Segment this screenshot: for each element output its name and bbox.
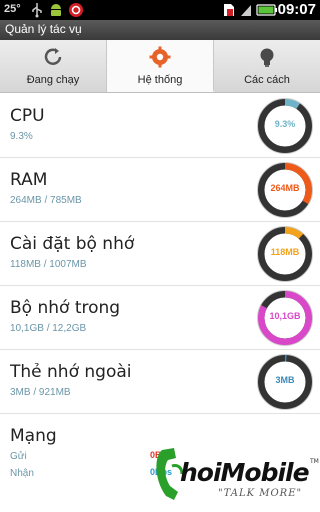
beats-audio-icon: [69, 3, 83, 17]
cpu-gauge: 9.3%: [256, 97, 314, 155]
gear-icon: [149, 46, 171, 68]
lightbulb-icon: [260, 48, 274, 67]
gauge-value: 3MB: [275, 375, 295, 385]
sd-card-row[interactable]: Thẻ nhớ ngoài 3MB / 921MB 3MB: [0, 350, 320, 414]
row-subtitle: 3MB / 921MB: [10, 387, 71, 398]
gauge-value: 264MB: [270, 183, 300, 193]
tab-running[interactable]: Đang chạy: [0, 40, 107, 92]
row-subtitle: 118MB / 1007MB: [10, 259, 87, 270]
ram-gauge: 264MB: [256, 161, 314, 219]
status-bar: 25° 09:07: [0, 0, 320, 20]
tab-system[interactable]: Hệ thống: [107, 40, 214, 92]
app-title-bar: Quản lý tác vụ: [0, 20, 320, 40]
clock-text: 09:07: [277, 1, 316, 18]
gauge-value: 10,1GB: [269, 311, 301, 321]
row-subtitle: 264MB / 785MB: [10, 195, 82, 206]
android-debug-icon: [51, 4, 61, 16]
ram-row[interactable]: RAM 264MB / 785MB 264MB: [0, 158, 320, 222]
row-title: Bộ nhớ trong: [10, 298, 121, 318]
app-title: Quản lý tác vụ: [5, 22, 82, 36]
signal-icon: [241, 5, 251, 16]
sent-label: Gửi: [10, 451, 27, 462]
row-title: CPU: [10, 106, 45, 126]
row-title: RAM: [10, 170, 48, 190]
row-title: Thẻ nhớ ngoài: [10, 362, 132, 382]
tab-tips[interactable]: Các cách: [214, 40, 320, 92]
watermark-trademark: TM: [310, 458, 319, 465]
watermark-tagline: "TALK MORE": [218, 488, 303, 499]
internal-storage-row[interactable]: Bộ nhớ trong 10,1GB / 12,2GB 10,1GB: [0, 286, 320, 350]
cpu-row[interactable]: CPU 9.3% 9.3%: [0, 94, 320, 158]
gauge-value: 9.3%: [274, 119, 296, 129]
watermark-brand: hoiMobile: [180, 458, 310, 487]
tab-label: Các cách: [244, 74, 290, 86]
install-storage-gauge: 118MB: [256, 225, 314, 283]
tab-bar: Đang chạy Hệ thống Các cách: [0, 40, 320, 93]
gauge-value: 118MB: [270, 247, 300, 257]
sd-card-warning-icon: [224, 4, 234, 16]
tab-label: Đang chạy: [26, 74, 80, 86]
watermark-logo: hoiMobile TM "TALK MORE": [150, 440, 320, 510]
network-title: Mạng: [10, 426, 57, 446]
row-title: Cài đặt bộ nhớ: [10, 234, 135, 254]
install-storage-row[interactable]: Cài đặt bộ nhớ 118MB / 1007MB 118MB: [0, 222, 320, 286]
internal-storage-gauge: 10,1GB: [256, 289, 314, 347]
received-label: Nhận: [10, 468, 34, 479]
temperature-text: 25°: [4, 3, 21, 15]
sd-card-gauge: 3MB: [256, 353, 314, 411]
row-subtitle: 9.3%: [10, 131, 33, 142]
battery-charging-icon: [256, 4, 277, 16]
row-subtitle: 10,1GB / 12,2GB: [10, 323, 87, 334]
tab-label: Hệ thống: [137, 74, 183, 86]
usb-icon: [32, 3, 42, 18]
refresh-icon: [44, 48, 62, 65]
